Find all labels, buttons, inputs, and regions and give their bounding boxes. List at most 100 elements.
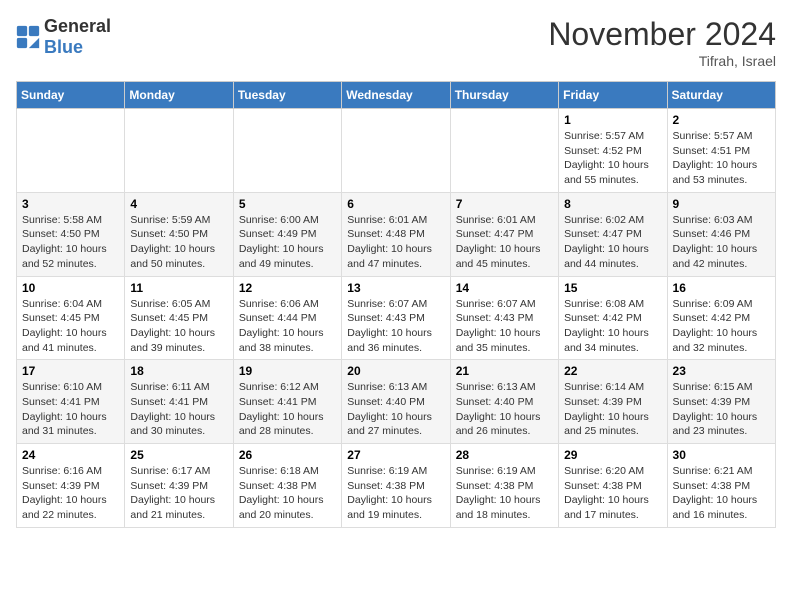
day-number: 16 [673,281,770,295]
day-number: 15 [564,281,661,295]
logo-text: General Blue [44,16,111,58]
day-info: Sunrise: 6:07 AM Sunset: 4:43 PM Dayligh… [347,297,444,356]
day-info: Sunrise: 6:04 AM Sunset: 4:45 PM Dayligh… [22,297,119,356]
day-number: 2 [673,113,770,127]
calendar-cell: 25 Sunrise: 6:17 AM Sunset: 4:39 PM Dayli… [125,444,233,528]
day-number: 3 [22,197,119,211]
day-info: Sunrise: 6:21 AM Sunset: 4:38 PM Dayligh… [673,464,770,523]
calendar-cell: 17Sunrise: 6:10 AM Sunset: 4:41 PM Dayli… [17,360,125,444]
weekday-header-saturday: Saturday [667,82,775,109]
calendar-cell: 21 Sunrise: 6:13 AM Sunset: 4:40 PM Dayli… [450,360,558,444]
location: Tifrah, Israel [548,53,776,69]
calendar-cell: 7Sunrise: 6:01 AM Sunset: 4:47 PM Daylig… [450,192,558,276]
weekday-header-monday: Monday [125,82,233,109]
calendar-cell: 28Sunrise: 6:19 AM Sunset: 4:38 PM Dayli… [450,444,558,528]
day-info: Sunrise: 6:15 AM Sunset: 4:39 PM Dayligh… [673,380,770,439]
day-number: 24 [22,448,119,462]
day-info: Sunrise: 6:00 AM Sunset: 4:49 PM Dayligh… [239,213,336,272]
calendar-cell: 23 Sunrise: 6:15 AM Sunset: 4:39 PM Dayli… [667,360,775,444]
day-info: Sunrise: 6:20 AM Sunset: 4:38 PM Dayligh… [564,464,661,523]
day-info: Sunrise: 6:03 AM Sunset: 4:46 PM Dayligh… [673,213,770,272]
day-number: 18 [130,364,227,378]
day-info: Sunrise: 5:57 AM Sunset: 4:51 PM Dayligh… [673,129,770,188]
calendar-cell: 27Sunrise: 6:19 AM Sunset: 4:38 PM Dayli… [342,444,450,528]
day-number: 7 [456,197,553,211]
day-number: 11 [130,281,227,295]
title-block: November 2024 Tifrah, Israel [548,16,776,69]
calendar-cell: 24 Sunrise: 6:16 AM Sunset: 4:39 PM Dayli… [17,444,125,528]
calendar-cell: 15 Sunrise: 6:08 AM Sunset: 4:42 PM Dayli… [559,276,667,360]
day-number: 25 [130,448,227,462]
day-info: Sunrise: 6:14 AM Sunset: 4:39 PM Dayligh… [564,380,661,439]
day-number: 20 [347,364,444,378]
day-info: Sunrise: 6:17 AM Sunset: 4:39 PM Dayligh… [130,464,227,523]
day-info: Sunrise: 6:13 AM Sunset: 4:40 PM Dayligh… [347,380,444,439]
calendar-cell: 20 Sunrise: 6:13 AM Sunset: 4:40 PM Dayli… [342,360,450,444]
day-number: 5 [239,197,336,211]
day-info: Sunrise: 6:08 AM Sunset: 4:42 PM Dayligh… [564,297,661,356]
calendar-cell: 3 Sunrise: 5:58 AM Sunset: 4:50 PM Daylig… [17,192,125,276]
day-number: 13 [347,281,444,295]
calendar-cell: 6Sunrise: 6:01 AM Sunset: 4:48 PM Daylig… [342,192,450,276]
week-row-2: 3 Sunrise: 5:58 AM Sunset: 4:50 PM Daylig… [17,192,776,276]
day-number: 26 [239,448,336,462]
weekday-header-tuesday: Tuesday [233,82,341,109]
calendar-cell [125,109,233,193]
day-info: Sunrise: 5:59 AM Sunset: 4:50 PM Dayligh… [130,213,227,272]
day-number: 8 [564,197,661,211]
calendar-cell: 10 Sunrise: 6:04 AM Sunset: 4:45 PM Dayli… [17,276,125,360]
logo-icon [16,25,40,49]
day-number: 9 [673,197,770,211]
calendar-table: SundayMondayTuesdayWednesdayThursdayFrid… [16,81,776,528]
day-number: 4 [130,197,227,211]
day-info: Sunrise: 6:09 AM Sunset: 4:42 PM Dayligh… [673,297,770,356]
logo-blue: Blue [44,37,83,57]
weekday-header-thursday: Thursday [450,82,558,109]
calendar-cell: 9 Sunrise: 6:03 AM Sunset: 4:46 PM Daylig… [667,192,775,276]
day-number: 10 [22,281,119,295]
calendar-cell: 4 Sunrise: 5:59 AM Sunset: 4:50 PM Daylig… [125,192,233,276]
day-number: 30 [673,448,770,462]
day-number: 19 [239,364,336,378]
calendar-cell: 1Sunrise: 5:57 AM Sunset: 4:52 PM Daylig… [559,109,667,193]
calendar-cell: 19 Sunrise: 6:12 AM Sunset: 4:41 PM Dayli… [233,360,341,444]
weekday-header-sunday: Sunday [17,82,125,109]
week-row-4: 17Sunrise: 6:10 AM Sunset: 4:41 PM Dayli… [17,360,776,444]
calendar-cell: 13 Sunrise: 6:07 AM Sunset: 4:43 PM Dayli… [342,276,450,360]
day-info: Sunrise: 5:58 AM Sunset: 4:50 PM Dayligh… [22,213,119,272]
day-number: 23 [673,364,770,378]
calendar-cell: 16 Sunrise: 6:09 AM Sunset: 4:42 PM Dayli… [667,276,775,360]
calendar-cell: 5 Sunrise: 6:00 AM Sunset: 4:49 PM Daylig… [233,192,341,276]
day-info: Sunrise: 6:02 AM Sunset: 4:47 PM Dayligh… [564,213,661,272]
day-info: Sunrise: 6:07 AM Sunset: 4:43 PM Dayligh… [456,297,553,356]
calendar-cell: 26Sunrise: 6:18 AM Sunset: 4:38 PM Dayli… [233,444,341,528]
day-number: 6 [347,197,444,211]
logo-general: General [44,16,111,36]
day-number: 27 [347,448,444,462]
day-info: Sunrise: 6:13 AM Sunset: 4:40 PM Dayligh… [456,380,553,439]
calendar-cell [17,109,125,193]
day-info: Sunrise: 6:11 AM Sunset: 4:41 PM Dayligh… [130,380,227,439]
month-title: November 2024 [548,16,776,53]
day-info: Sunrise: 6:12 AM Sunset: 4:41 PM Dayligh… [239,380,336,439]
day-number: 22 [564,364,661,378]
day-info: Sunrise: 5:57 AM Sunset: 4:52 PM Dayligh… [564,129,661,188]
weekday-header-friday: Friday [559,82,667,109]
day-number: 21 [456,364,553,378]
day-info: Sunrise: 6:05 AM Sunset: 4:45 PM Dayligh… [130,297,227,356]
day-info: Sunrise: 6:06 AM Sunset: 4:44 PM Dayligh… [239,297,336,356]
day-number: 12 [239,281,336,295]
page-header: General Blue November 2024 Tifrah, Israe… [16,16,776,69]
day-info: Sunrise: 6:10 AM Sunset: 4:41 PM Dayligh… [22,380,119,439]
calendar-cell: 2 Sunrise: 5:57 AM Sunset: 4:51 PM Daylig… [667,109,775,193]
day-number: 28 [456,448,553,462]
logo: General Blue [16,16,111,58]
calendar-cell: 12 Sunrise: 6:06 AM Sunset: 4:44 PM Dayli… [233,276,341,360]
calendar-cell: 18 Sunrise: 6:11 AM Sunset: 4:41 PM Dayli… [125,360,233,444]
calendar-cell: 8 Sunrise: 6:02 AM Sunset: 4:47 PM Daylig… [559,192,667,276]
calendar-cell [342,109,450,193]
day-info: Sunrise: 6:16 AM Sunset: 4:39 PM Dayligh… [22,464,119,523]
week-row-1: 1Sunrise: 5:57 AM Sunset: 4:52 PM Daylig… [17,109,776,193]
week-row-3: 10 Sunrise: 6:04 AM Sunset: 4:45 PM Dayli… [17,276,776,360]
calendar-cell [450,109,558,193]
